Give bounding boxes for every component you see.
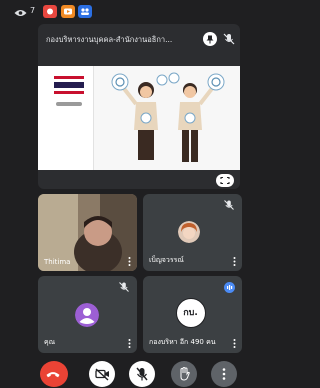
participant-tile[interactable]: คุณ [38,276,137,353]
avatar: กบ. [176,298,206,328]
viewer-count: 7 [30,6,36,15]
more-options-icon[interactable] [233,257,236,266]
more-options-icon[interactable] [233,339,236,348]
avatar-logo: กบ. [183,308,198,318]
mic-toggle-button[interactable] [129,361,155,387]
status-bar: 7 [0,0,267,24]
eye-icon [14,10,27,16]
avatar [178,221,200,243]
slide-caption [56,102,82,106]
participant-tile[interactable]: กบ. กองบริหา อีก 490 คน [143,276,242,353]
camera-off-icon [95,368,109,381]
raise-hand-button[interactable] [171,361,197,387]
end-call-icon [46,372,60,378]
raise-hand-icon [180,366,190,381]
screen-record-icon[interactable] [43,5,57,18]
end-call-button[interactable] [40,361,68,387]
participant-name: เบ็ญจวรรณ์ [149,256,184,264]
participant-name: Thitima [44,258,71,266]
mic-off-icon [224,200,234,210]
participant-tile[interactable]: เบ็ญจวรรณ์ [143,194,242,271]
slide-illustration [111,72,225,162]
mic-off-icon [223,33,235,45]
presenter-name: กองบริหารงานบุคคล-สำนักงานอธิกา... [46,35,173,44]
participant-name: คุณ [44,338,56,346]
participant-name: กองบริหา อีก 490 คน [149,338,216,346]
more-options-icon[interactable] [128,257,131,266]
slide-sidebar [38,66,94,170]
more-options-icon [222,368,226,380]
people-app-icon[interactable] [78,5,92,18]
avatar [75,303,99,327]
more-options-button[interactable] [211,361,237,387]
pin-icon[interactable] [203,32,217,46]
audio-active-icon [224,282,235,293]
camera-toggle-button[interactable] [89,361,115,387]
more-options-icon[interactable] [128,339,131,348]
presentation-tile[interactable]: กองบริหารงานบุคคล-สำนักงานอธิกา... [38,24,240,189]
expand-icon[interactable] [216,174,234,187]
mic-off-icon [136,367,148,381]
shared-slide [38,66,240,170]
flag-image [54,76,84,94]
video-app-icon[interactable] [61,5,75,18]
mic-off-icon [119,282,129,292]
participant-tile[interactable]: Thitima [38,194,137,271]
